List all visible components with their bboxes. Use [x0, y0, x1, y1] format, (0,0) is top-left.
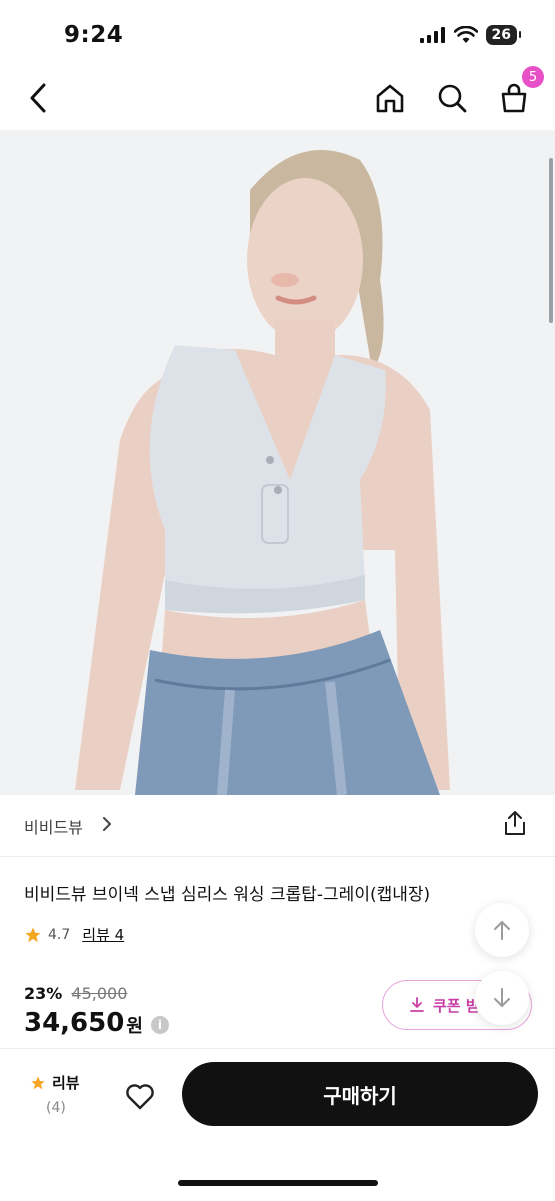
- product-title: 비비드뷰 브이넥 스냅 심리스 워싱 크롭탑-그레이(캡내장): [24, 885, 431, 905]
- brand-row: 비비드뷰: [0, 796, 555, 857]
- home-icon: [376, 84, 404, 113]
- chevron-right-icon[interactable]: [102, 816, 112, 832]
- cart-button[interactable]: 5: [494, 66, 544, 118]
- status-time: 9:24: [64, 22, 124, 48]
- info-icon[interactable]: i: [150, 1016, 169, 1034]
- back-button[interactable]: [18, 78, 58, 118]
- wishlist-button[interactable]: [120, 1076, 160, 1116]
- coupon-label: 쿠폰 받: [433, 996, 480, 1015]
- product-image[interactable]: [0, 130, 555, 795]
- bottom-review-summary[interactable]: 리뷰: [30, 1072, 80, 1093]
- signal-icon: [419, 27, 445, 43]
- currency-label: 원: [126, 1016, 143, 1037]
- star-icon: [31, 1075, 45, 1089]
- download-icon: [410, 997, 424, 1012]
- buy-button[interactable]: 구매하기: [182, 1062, 538, 1126]
- cart-icon: [501, 83, 527, 113]
- image-scroll-indicator: [549, 158, 553, 323]
- scroll-top-button[interactable]: [475, 903, 529, 957]
- arrow-down-icon: [494, 988, 510, 1007]
- back-icon: [30, 83, 46, 113]
- share-icon[interactable]: [503, 810, 527, 836]
- review-link[interactable]: 리뷰 4: [82, 924, 124, 945]
- brand-link[interactable]: 비비드뷰: [24, 814, 83, 838]
- star-icon: [25, 927, 41, 942]
- status-icons: 26: [419, 24, 522, 46]
- battery-indicator: 26: [485, 25, 522, 45]
- heart-icon: [126, 1084, 154, 1110]
- search-button[interactable]: [432, 78, 472, 118]
- scroll-down-button[interactable]: [475, 971, 529, 1025]
- discount-line: 23% 45,000: [24, 984, 127, 1003]
- search-icon: [438, 84, 467, 113]
- bottom-review-label: 리뷰: [52, 1074, 80, 1092]
- discount-percent: 23%: [24, 984, 63, 1003]
- home-button[interactable]: [370, 78, 410, 118]
- home-indicator: [178, 1180, 378, 1186]
- wifi-icon: [453, 26, 478, 43]
- original-price: 45,000: [71, 984, 128, 1003]
- final-price-line: 34,650 원 i: [24, 1008, 169, 1038]
- arrow-up-icon: [494, 921, 510, 940]
- rating-row: 4.7 리뷰 4: [24, 924, 124, 945]
- product-photo: [0, 130, 555, 795]
- final-price: 34,650: [24, 1008, 125, 1038]
- bottom-review-count: (4): [46, 1100, 66, 1116]
- cart-badge: 5: [522, 66, 544, 88]
- rating-value: 4.7: [48, 926, 71, 943]
